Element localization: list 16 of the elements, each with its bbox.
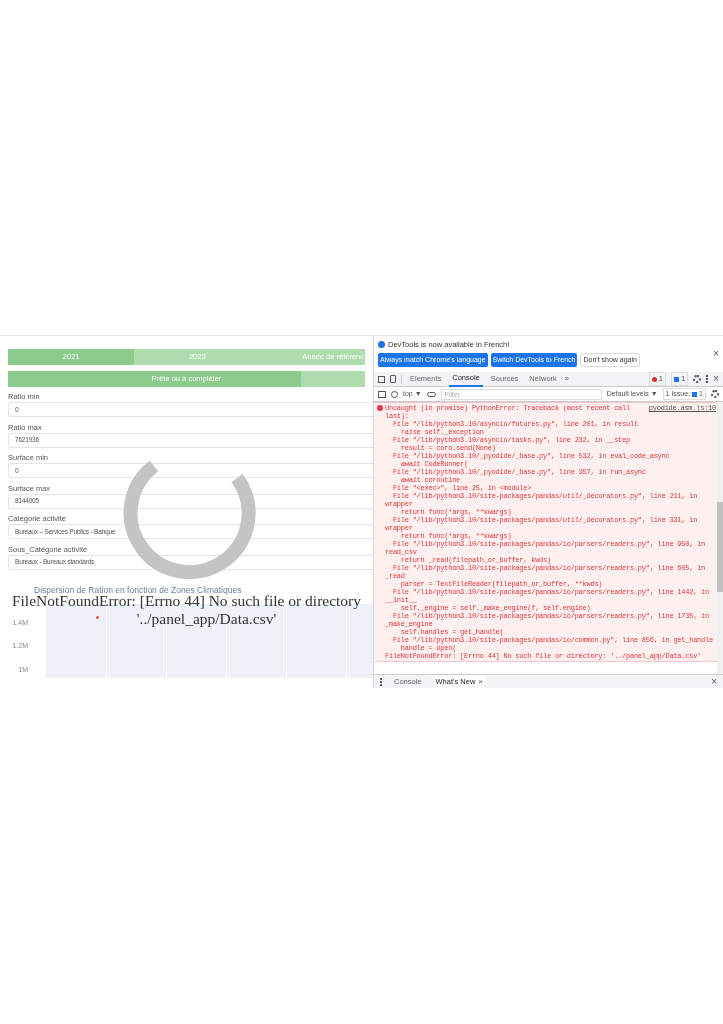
close-button[interactable]: × <box>478 675 483 688</box>
device-icon[interactable] <box>390 375 396 383</box>
error-message: '../panel_app/Data.csv' <box>136 610 277 628</box>
close-button[interactable]: × <box>713 374 719 384</box>
close-button[interactable]: × <box>713 346 719 361</box>
spinner-icon <box>123 460 256 579</box>
close-button[interactable]: × <box>711 674 717 688</box>
data-point <box>96 616 99 619</box>
error-icon <box>651 376 657 382</box>
message-icon <box>674 376 679 382</box>
inspect-icon[interactable] <box>378 375 385 383</box>
info-icon <box>378 341 385 348</box>
sidebar-icon[interactable] <box>378 390 386 398</box>
error-icon <box>377 405 383 411</box>
message-icon <box>692 391 698 397</box>
more-icon[interactable] <box>706 375 709 383</box>
